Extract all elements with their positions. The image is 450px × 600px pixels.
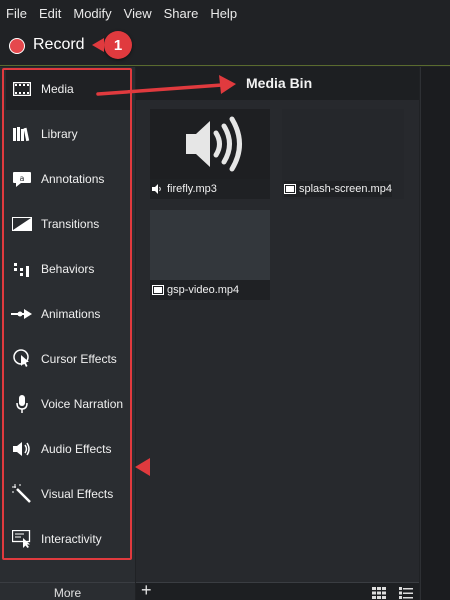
speaker-icon	[186, 116, 242, 172]
record-bar: Record	[0, 26, 450, 66]
film-strip-icon	[11, 78, 33, 100]
menu-help[interactable]: Help	[210, 6, 237, 21]
media-item-gsp-video[interactable]: gsp-video.mp4	[150, 210, 270, 300]
menu-file[interactable]: File	[6, 6, 27, 21]
media-item-splash-screen[interactable]: splash-screen.mp4	[282, 109, 404, 199]
video-thumbnail	[282, 109, 402, 179]
sidebar-item-transitions[interactable]: Transitions	[6, 203, 130, 245]
record-label: Record	[33, 36, 85, 53]
books-icon	[11, 123, 33, 145]
sidebar-item-audio-effects[interactable]: Audio Effects	[6, 428, 130, 470]
behaviors-icon	[11, 258, 33, 280]
sidebar-item-label: Animations	[41, 307, 101, 321]
sidebar-item-label: Library	[41, 127, 78, 141]
sidebar-item-library[interactable]: Library	[6, 113, 130, 155]
sidebar-item-label: Voice Narration	[41, 397, 124, 411]
sidebar-item-label: Annotations	[41, 172, 105, 186]
sidebar-item-annotations[interactable]: a Annotations	[6, 158, 130, 200]
more-bar: More	[0, 582, 135, 600]
audio-thumbnail	[150, 109, 270, 179]
media-bin: Media Bin firefly.mp3 splash-screen.mp4	[136, 67, 419, 600]
annotation-icon: a	[11, 168, 33, 190]
callout-badge-1: 1	[104, 31, 132, 59]
sidebar-item-label: Transitions	[41, 217, 100, 231]
sidebar-item-label: Audio Effects	[41, 442, 112, 456]
sidebar-item-voice-narration[interactable]: Voice Narration	[6, 383, 130, 425]
sidebar-item-label: Visual Effects	[41, 487, 114, 501]
magic-wand-icon	[11, 483, 33, 505]
video-file-icon	[152, 285, 164, 295]
video-thumbnail	[150, 210, 270, 280]
media-bin-footer: +	[136, 580, 419, 600]
sidebar-item-label: Interactivity	[41, 532, 102, 546]
canvas-panel	[420, 67, 450, 600]
audio-file-icon	[152, 184, 164, 194]
cursor-effects-icon	[11, 348, 33, 370]
grid-view-icon[interactable]	[372, 586, 392, 599]
media-item-name: gsp-video.mp4	[167, 284, 240, 296]
animation-arrow-icon	[11, 303, 33, 325]
transition-icon	[11, 213, 33, 235]
more-button[interactable]: More	[0, 586, 135, 600]
sidebar: Media Library a Annotations Transitions …	[0, 67, 135, 583]
menu-modify[interactable]: Modify	[73, 6, 111, 21]
menu-share[interactable]: Share	[164, 6, 199, 21]
video-file-icon	[284, 184, 296, 194]
menu-view[interactable]: View	[124, 6, 152, 21]
speaker-icon	[11, 438, 33, 460]
list-view-icon[interactable]	[399, 586, 417, 599]
sidebar-item-label: Cursor Effects	[41, 352, 117, 366]
add-media-button[interactable]: +	[141, 580, 152, 600]
sidebar-item-cursor-effects[interactable]: Cursor Effects	[6, 338, 130, 380]
sidebar-item-behaviors[interactable]: Behaviors	[6, 248, 130, 290]
svg-text:a: a	[20, 174, 25, 183]
interactivity-icon	[11, 528, 33, 550]
sidebar-item-visual-effects[interactable]: Visual Effects	[6, 473, 130, 515]
microphone-icon	[11, 393, 33, 415]
sidebar-item-label: Media	[41, 82, 74, 96]
menu-bar: File Edit Modify View Share Help	[0, 0, 450, 26]
record-dot-icon	[9, 38, 25, 54]
media-bin-header: Media Bin	[136, 67, 419, 100]
sidebar-item-media[interactable]: Media	[6, 68, 130, 110]
media-bin-title: Media Bin	[246, 75, 313, 91]
media-item-name: firefly.mp3	[167, 183, 217, 195]
sidebar-item-interactivity[interactable]: Interactivity	[6, 518, 130, 560]
media-item-firefly[interactable]: firefly.mp3	[150, 109, 270, 199]
media-item-name: splash-screen.mp4	[299, 183, 392, 195]
sidebar-item-animations[interactable]: Animations	[6, 293, 130, 335]
menu-edit[interactable]: Edit	[39, 6, 61, 21]
sidebar-item-label: Behaviors	[41, 262, 95, 276]
